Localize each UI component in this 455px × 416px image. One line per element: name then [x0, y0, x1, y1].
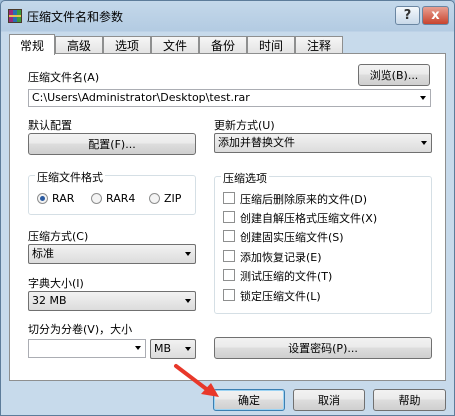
window-title: 压缩文件名和参数	[27, 10, 124, 24]
chevron-down-icon	[185, 347, 191, 351]
format-group: 压缩文件格式 RAR RAR4 ZIP	[28, 169, 196, 215]
delete-after-checkbox[interactable]: 压缩后删除原来的文件(D)	[223, 191, 423, 206]
profile-label: 默认配置	[28, 119, 72, 132]
profile-button[interactable]: 配置(F)...	[28, 133, 196, 155]
checkbox-unchecked-icon	[223, 230, 235, 242]
dialog-window: 压缩文件名和参数 ? x 常规 高级 选项 文件 备份 时间 注释 压缩文件名(…	[0, 0, 455, 416]
checkbox-unchecked-icon	[223, 211, 235, 223]
arrow-shaft	[174, 364, 211, 393]
options-group-title: 压缩选项	[221, 170, 269, 186]
options-group: 压缩选项 压缩后删除原来的文件(D) 创建自解压格式压缩文件(X) 创建固实压缩…	[214, 170, 432, 314]
help-button[interactable]: 帮助	[373, 389, 446, 411]
tab-time[interactable]: 时间	[247, 36, 295, 54]
archive-name-label: 压缩文件名(A)	[28, 71, 100, 84]
format-zip-radio[interactable]: ZIP	[149, 192, 193, 205]
set-password-button[interactable]: 设置密码(P)...	[214, 337, 432, 359]
chevron-down-icon[interactable]	[420, 96, 426, 100]
radio-unselected-icon	[149, 193, 160, 204]
format-group-title: 压缩文件格式	[35, 169, 105, 185]
radio-selected-icon	[37, 193, 48, 204]
archive-path-combo[interactable]: C:\Users\Administrator\Desktop\test.rar	[28, 89, 431, 107]
tab-general[interactable]: 常规	[9, 34, 55, 55]
checkbox-unchecked-icon	[223, 269, 235, 281]
format-rar4-radio[interactable]: RAR4	[91, 192, 147, 205]
red-arrow-annotation-icon	[174, 364, 219, 397]
method-select[interactable]: 标准	[28, 244, 196, 264]
tab-advanced[interactable]: 高级	[55, 36, 103, 54]
question-mark-icon: ?	[403, 8, 412, 23]
lock-archive-checkbox[interactable]: 锁定压缩文件(L)	[223, 288, 423, 303]
tab-comment[interactable]: 注释	[295, 36, 343, 54]
winrar-books-icon	[8, 9, 22, 23]
general-panel: 压缩文件名(A) 浏览(B)... C:\Users\Administrator…	[9, 53, 446, 381]
split-size-combo[interactable]	[28, 339, 146, 358]
chevron-down-icon[interactable]	[135, 346, 141, 350]
checkbox-unchecked-icon	[223, 192, 235, 204]
dictionary-select[interactable]: 32 MB	[28, 291, 196, 311]
dictionary-label: 字典大小(I)	[28, 277, 84, 290]
browse-button[interactable]: 浏览(B)...	[358, 64, 430, 86]
update-mode-label: 更新方式(U)	[214, 119, 275, 132]
ok-button[interactable]: 确定	[213, 389, 285, 411]
chevron-down-icon	[421, 141, 427, 145]
cancel-button[interactable]: 取消	[293, 389, 365, 411]
tab-backup[interactable]: 备份	[199, 36, 247, 54]
close-icon: x	[431, 8, 440, 23]
checkbox-unchecked-icon	[223, 289, 235, 301]
recovery-record-checkbox[interactable]: 添加恢复记录(E)	[223, 249, 423, 264]
solid-archive-checkbox[interactable]: 创建固实压缩文件(S)	[223, 229, 423, 244]
test-files-checkbox[interactable]: 测试压缩的文件(T)	[223, 268, 423, 283]
split-unit-select[interactable]: MB	[150, 339, 196, 359]
tab-options[interactable]: 选项	[103, 36, 151, 54]
chevron-down-icon	[185, 252, 191, 256]
format-rar-radio[interactable]: RAR	[37, 192, 89, 205]
tab-files[interactable]: 文件	[151, 36, 199, 54]
method-label: 压缩方式(C)	[28, 230, 89, 243]
checkbox-unchecked-icon	[223, 250, 235, 262]
sfx-checkbox[interactable]: 创建自解压格式压缩文件(X)	[223, 210, 423, 225]
chevron-down-icon	[185, 299, 191, 303]
close-button[interactable]: x	[422, 6, 449, 25]
split-label: 切分为分卷(V)，大小	[28, 323, 133, 336]
radio-unselected-icon	[91, 193, 102, 204]
title-bar[interactable]: 压缩文件名和参数 ? x	[1, 1, 454, 32]
update-mode-select[interactable]: 添加并替换文件	[214, 133, 432, 153]
help-title-button[interactable]: ?	[395, 6, 420, 25]
